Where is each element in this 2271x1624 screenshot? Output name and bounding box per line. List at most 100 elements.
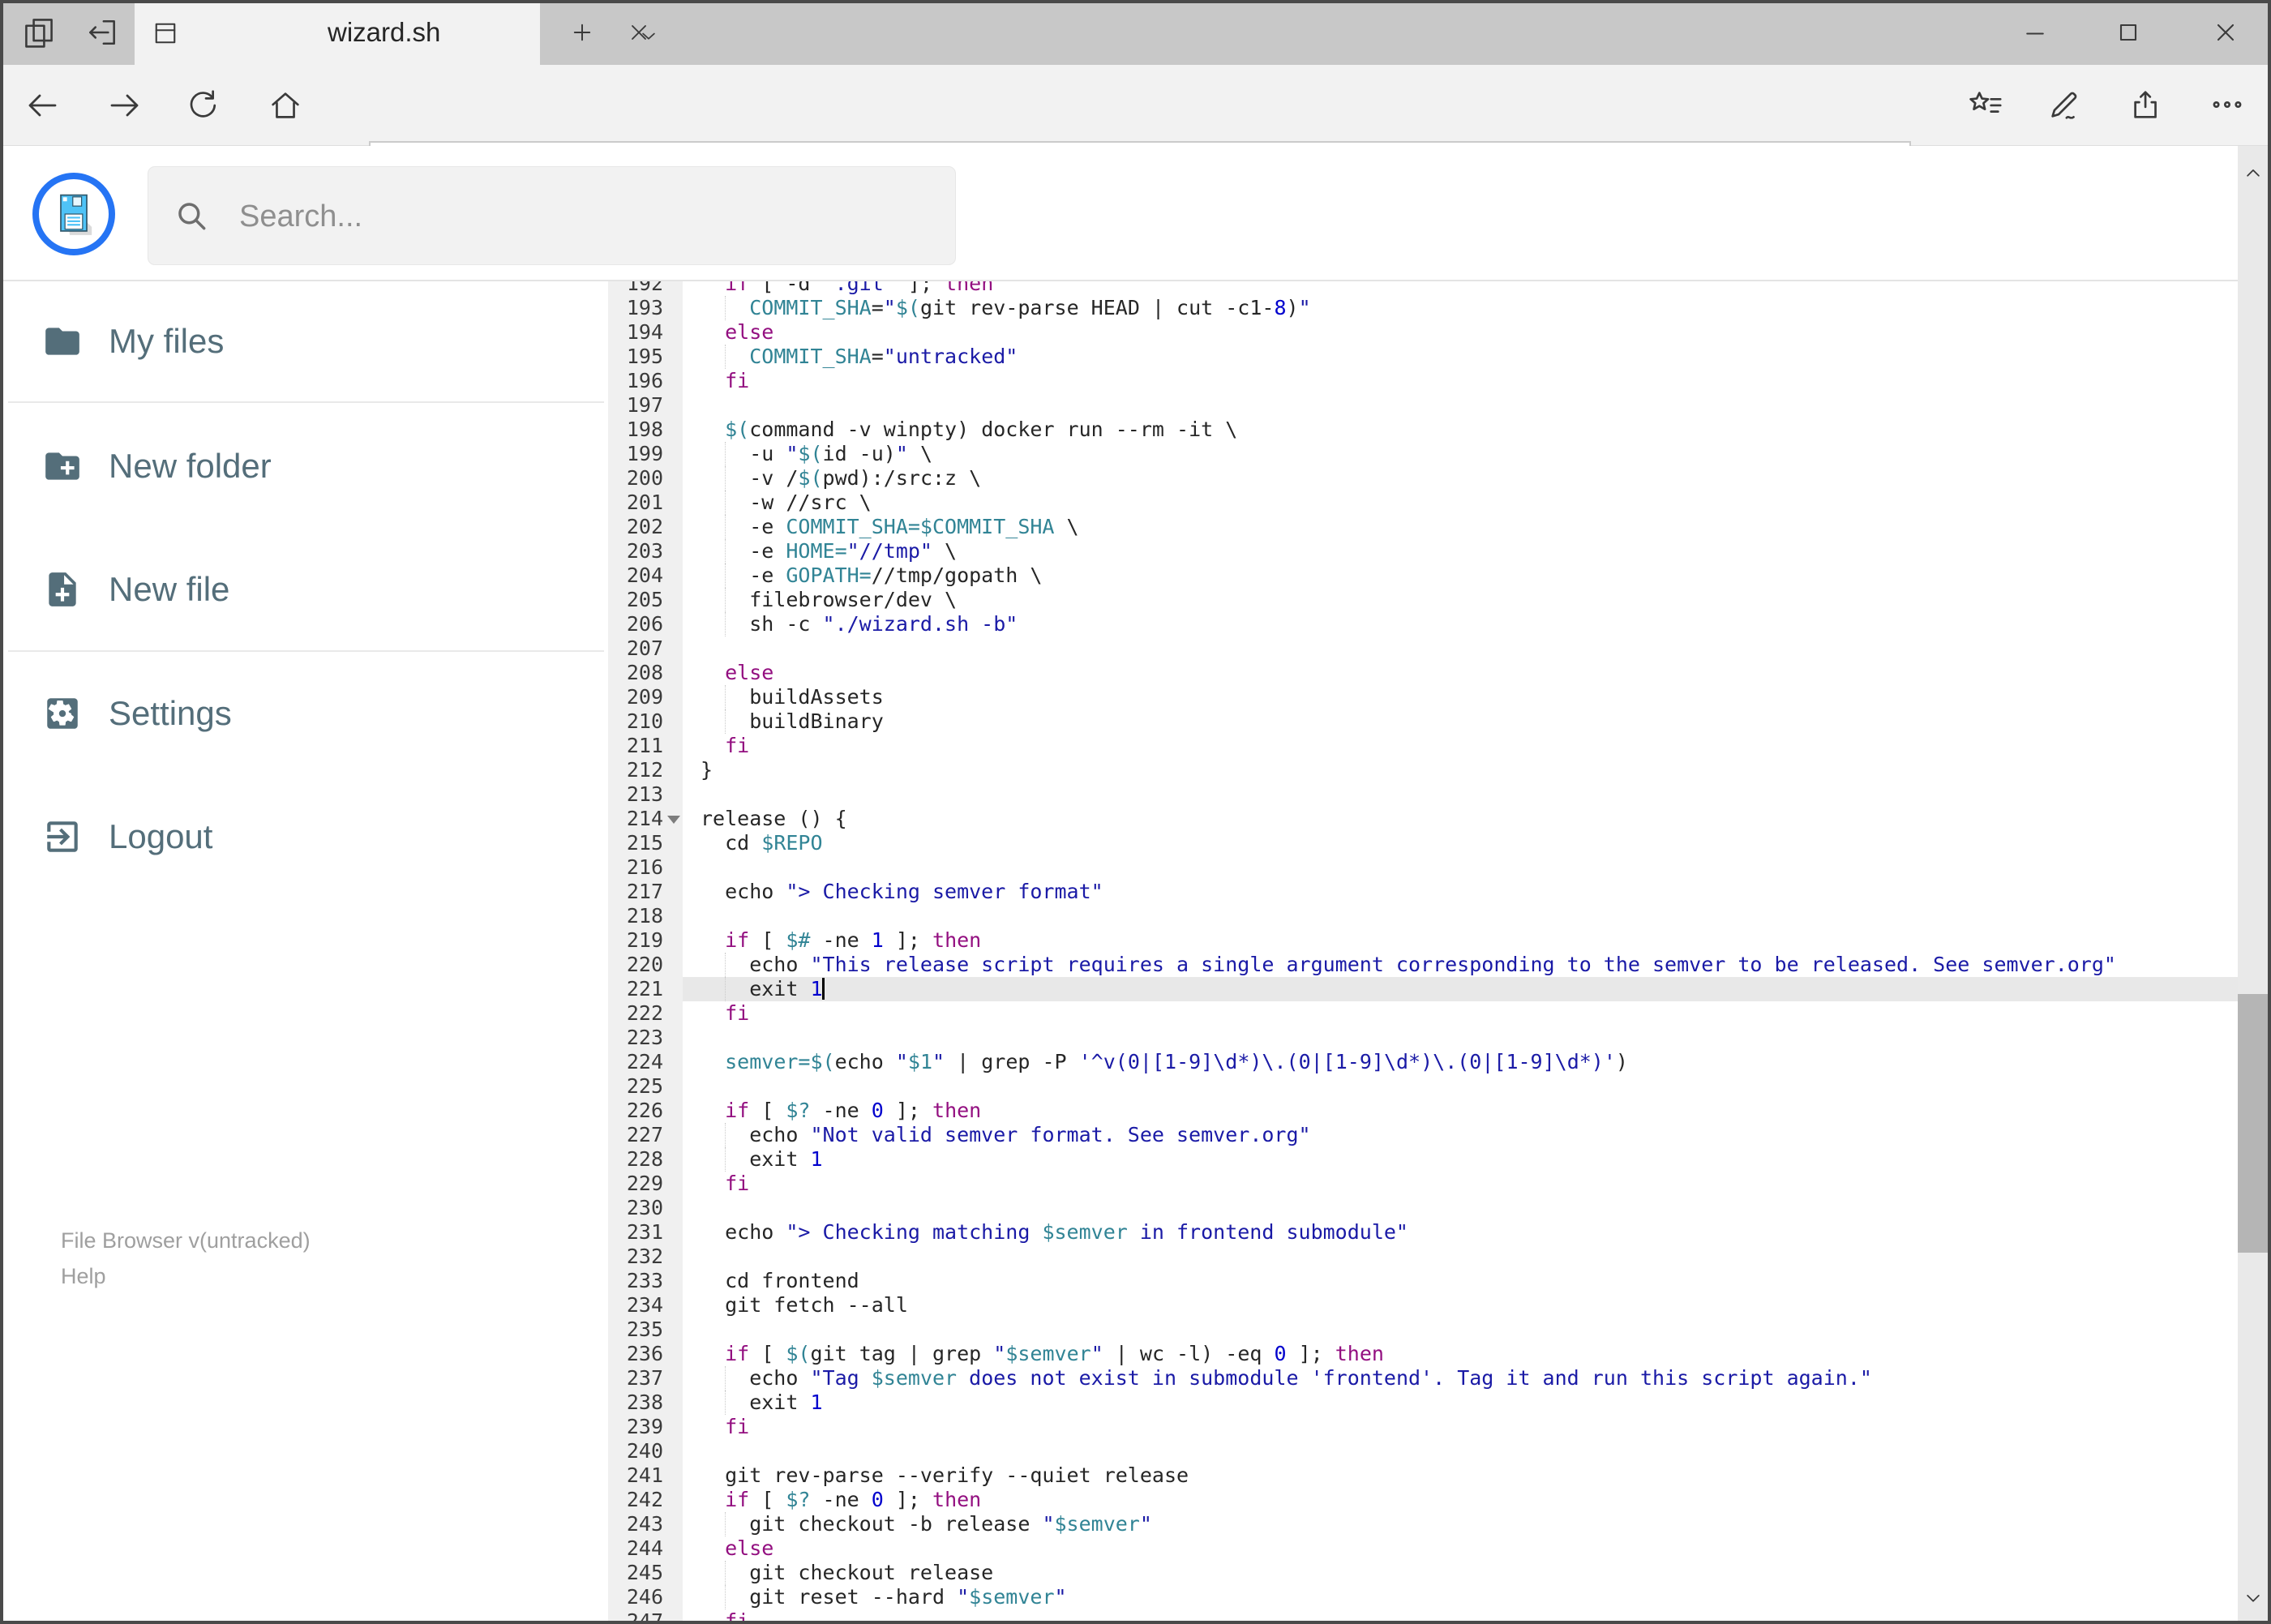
more-icon[interactable]	[2209, 86, 2246, 123]
code-line: buildBinary	[701, 709, 884, 733]
code-line: -e HOME="//tmp" \	[701, 539, 958, 563]
code-line: buildAssets	[701, 685, 884, 709]
code-line: semver=$(echo "$1" | grep -P '^v(0|[1-9]…	[725, 1050, 1628, 1073]
forward-icon[interactable]	[105, 86, 144, 125]
text-cursor	[821, 978, 825, 1000]
minimize-icon[interactable]	[2020, 18, 2050, 47]
window-border-bottom	[0, 1621, 2271, 1624]
code-line: git checkout release	[701, 1561, 994, 1584]
browser-tab[interactable]: wizard.sh	[135, 0, 646, 65]
new-tab-icon[interactable]	[568, 19, 596, 46]
favorites-hub-icon[interactable]	[1967, 86, 2004, 123]
line-number: 203	[626, 539, 663, 563]
line-number: 229	[626, 1172, 663, 1195]
code-line: COMMIT_SHA="untracked"	[749, 345, 1018, 368]
search-icon	[178, 203, 206, 230]
code-line: else	[725, 1536, 774, 1560]
app-header	[0, 146, 2238, 377]
scroll-up-icon[interactable]	[2241, 161, 2265, 185]
sidebar-item-my-files[interactable]: My files	[3, 315, 603, 367]
line-number: 215	[626, 831, 663, 855]
line-number: 210	[626, 709, 663, 733]
line-number: 192	[626, 281, 663, 295]
code-line: echo "> Checking matching $semver in fro…	[701, 1220, 1408, 1244]
help-link[interactable]: Help	[61, 1264, 106, 1289]
line-number: 213	[626, 782, 663, 806]
home-icon[interactable]	[267, 87, 304, 124]
line-number: 216	[626, 855, 663, 879]
page-scrollbar[interactable]	[2238, 146, 2268, 1624]
window-border-right	[2268, 0, 2271, 1624]
back-icon[interactable]	[23, 86, 62, 125]
sidebar-item-label: Logout	[109, 817, 213, 855]
active-line-highlight	[683, 977, 2238, 1001]
code-line: else	[725, 661, 774, 684]
line-number: 217	[626, 880, 663, 903]
line-number: 245	[626, 1561, 663, 1584]
fold-toggle-icon[interactable]	[667, 816, 680, 824]
line-number: 219	[626, 928, 663, 952]
sidebar-item-label: New file	[109, 570, 230, 608]
line-number: 246	[626, 1585, 663, 1609]
maximize-icon[interactable]	[2114, 18, 2143, 47]
line-number: 223	[626, 1026, 663, 1049]
browser-toolbar: filebrowser.web/files/wizard.sh	[0, 65, 2271, 200]
sidebar-item-new-folder[interactable]: New folder	[3, 440, 603, 492]
line-number: 194	[626, 320, 663, 344]
code-line: echo "Tag $semver does not exist in subm…	[701, 1366, 1872, 1390]
browser-window: wizard.sh Search... My files New folder …	[0, 0, 2271, 1624]
code-line: if [ -d ".git" ]; then	[725, 281, 994, 295]
code-line: if [ $# -ne 1 ]; then	[725, 928, 982, 952]
sidebar-item-label: My files	[109, 322, 225, 360]
code-line: fi	[725, 1415, 750, 1438]
code-line: if [ $? -ne 0 ]; then	[725, 1099, 982, 1122]
tab-list-chevron-icon[interactable]	[636, 24, 661, 48]
search-bar[interactable]	[148, 166, 956, 266]
search-input[interactable]	[238, 167, 930, 266]
line-number: 204	[626, 563, 663, 587]
share-icon[interactable]	[2128, 86, 2166, 123]
code-line: echo "Not valid semver format. See semve…	[701, 1123, 1311, 1146]
scroll-down-icon[interactable]	[2241, 1586, 2265, 1610]
line-number: 228	[626, 1147, 663, 1171]
web-note-icon[interactable]	[2046, 86, 2083, 123]
code-line: -v /$(pwd):/src:z \	[701, 466, 982, 490]
sidebar-item-logout[interactable]: Logout	[3, 811, 603, 863]
line-number: 211	[626, 734, 663, 757]
tab-title: wizard.sh	[328, 17, 441, 47]
set-tabs-aside-icon[interactable]	[84, 15, 120, 50]
code-line: filebrowser/dev \	[701, 588, 958, 611]
line-number: 198	[626, 418, 663, 441]
app-version-text: File Browser v(untracked)	[61, 1228, 311, 1253]
line-number: 193	[626, 296, 663, 319]
line-number: 224	[626, 1050, 663, 1073]
tabs-preview-icon[interactable]	[21, 15, 57, 50]
line-number: 239	[626, 1415, 663, 1438]
code-line: echo "This release script requires a sin…	[701, 953, 2116, 976]
scrollbar-thumb[interactable]	[2238, 994, 2268, 1253]
line-number: 195	[626, 345, 663, 368]
tab-bar: wizard.sh	[0, 0, 2271, 65]
sidebar-item-settings[interactable]: Settings	[3, 688, 603, 739]
refresh-icon[interactable]	[184, 87, 221, 124]
line-number: 232	[626, 1245, 663, 1268]
sidebar-item-label: Settings	[109, 694, 232, 732]
code-line: release () {	[701, 807, 847, 830]
close-icon[interactable]	[2211, 18, 2240, 47]
line-number: 209	[626, 685, 663, 709]
code-line: exit 1	[701, 1390, 823, 1414]
sidebar-item-new-file[interactable]: New file	[3, 563, 603, 615]
window-border-top	[0, 0, 2271, 3]
sidebar: My files New folder New file Settings Logout…	[3, 281, 608, 1619]
code-line: -u "$(id -u)" \	[701, 442, 933, 465]
code-editor[interactable]: 192 if [ -d ".git" ]; then 193 COMMIT_SHA…	[608, 281, 2238, 1624]
line-number: 231	[626, 1220, 663, 1244]
line-number: 207	[626, 636, 663, 660]
page-icon	[155, 23, 176, 44]
code-line: exit 1	[701, 977, 825, 1001]
code-line: -w //src \	[701, 491, 872, 514]
code-line: if [ $(git tag | grep "$semver" | wc -l)…	[725, 1342, 1384, 1365]
code-line: cd $REPO	[701, 831, 823, 855]
line-number: 212	[626, 758, 663, 782]
app-logo[interactable]	[32, 173, 115, 255]
